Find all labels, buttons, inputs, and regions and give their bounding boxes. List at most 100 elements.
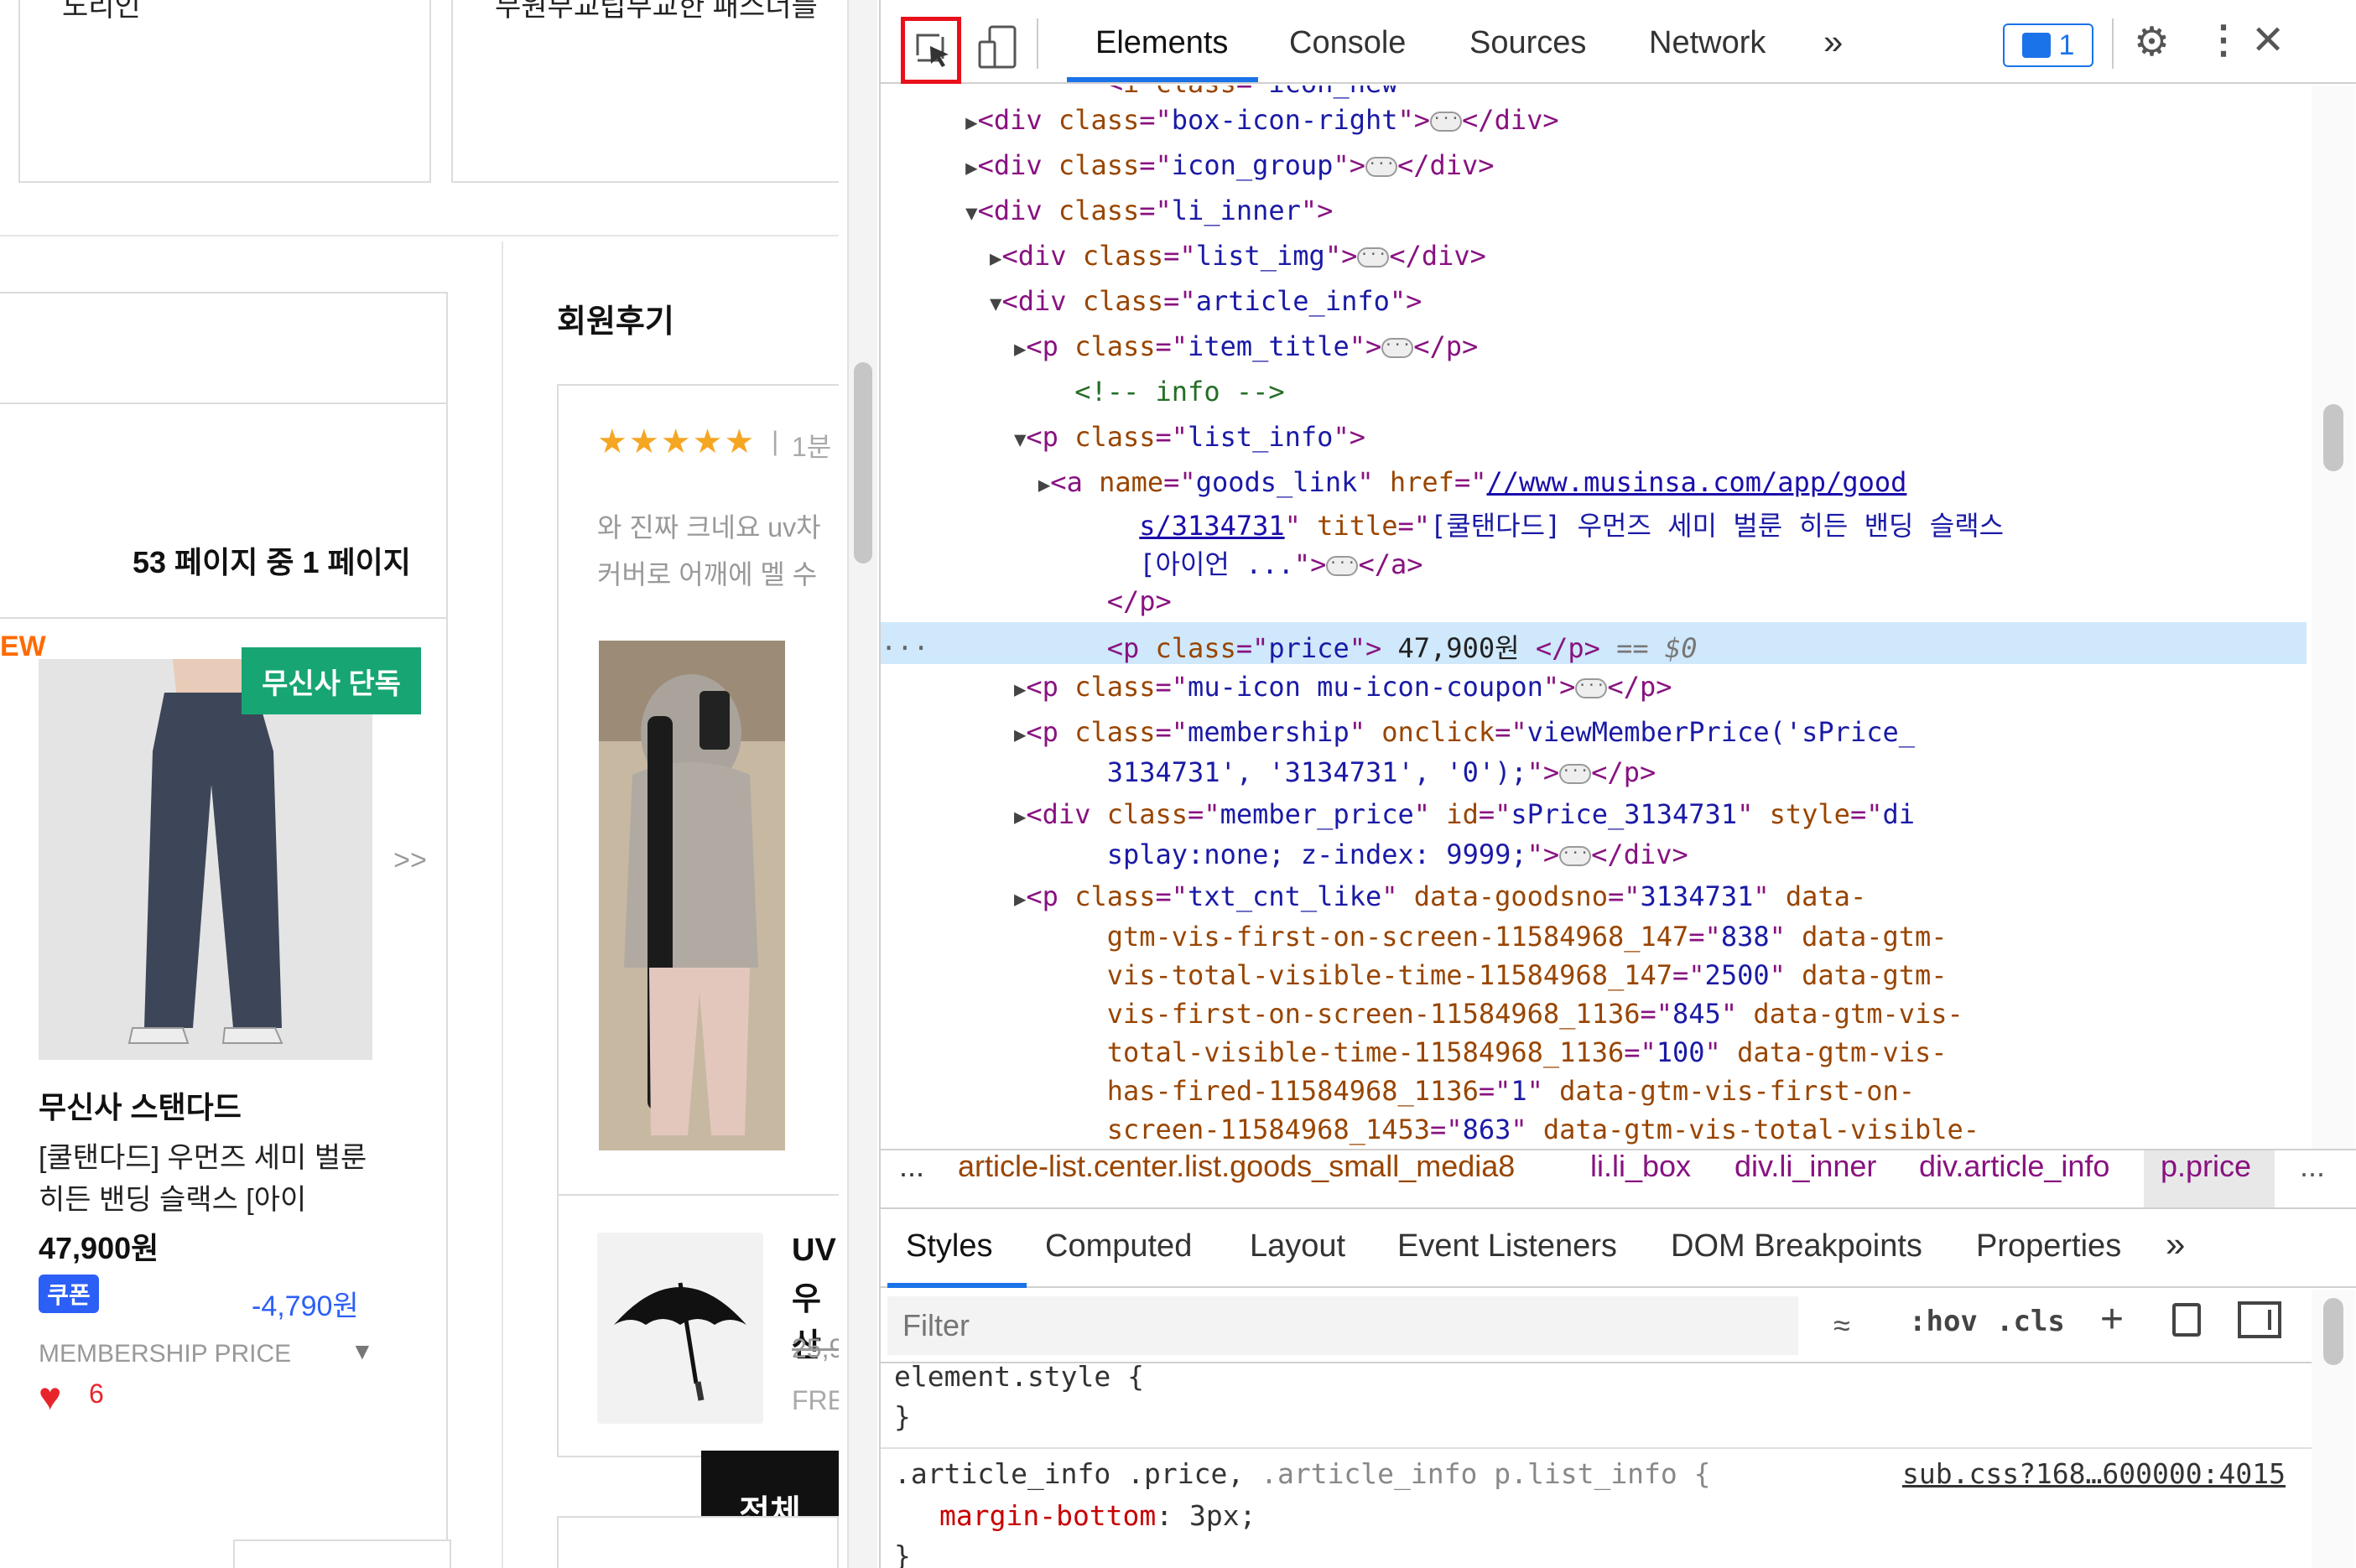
related-product-image[interactable] [597, 1233, 763, 1424]
dom-line[interactable]: <!-- info --> [881, 376, 1284, 408]
review-stars: ★★★★★ [597, 423, 757, 460]
pagination: 8 9 10 > >> [0, 402, 446, 914]
device-toolbar-icon[interactable] [978, 25, 1018, 70]
dom-line-selected[interactable]: ··· <p class="price"> 47,900원 </p> == $0 [881, 627, 1697, 666]
dom-line[interactable]: ▼<div class="li_inner"> [881, 195, 1333, 226]
review-separator: | [772, 426, 779, 456]
dom-line[interactable]: </p> [881, 585, 1172, 617]
close-devtools-icon[interactable]: ✕ [2251, 17, 2285, 64]
settings-gear-icon[interactable]: ⚙ [2134, 18, 2170, 65]
dom-line[interactable]: [아이언 ..."> ···</a> [881, 543, 1422, 582]
toggle-rendering-icon[interactable]: ≈ [1833, 1308, 1850, 1343]
tab-dom-breakpoints[interactable]: DOM Breakpoints [1671, 1228, 1922, 1264]
issues-icon [2021, 33, 2051, 58]
cls-button[interactable]: .cls [1996, 1305, 2065, 1338]
related-title-line1[interactable]: UV [792, 1233, 836, 1269]
dom-line[interactable]: ▶<p class="membership" onclick="viewMemb… [881, 716, 1915, 748]
element-style-selector[interactable]: element.style { [894, 1360, 1144, 1393]
membership-toggle-icon[interactable]: ▼ [351, 1338, 374, 1365]
dom-line[interactable]: screen-11584968_1453="863" data-gtm-vis-… [881, 1114, 1979, 1145]
tab-event-listeners[interactable]: Event Listeners [1397, 1228, 1617, 1264]
dom-line[interactable]: gtm-vis-first-on-screen-11584968_147="83… [881, 921, 1948, 953]
tab-properties[interactable]: Properties [1976, 1228, 2121, 1264]
dom-line[interactable]: vis-total-visible-time-11584968_147="250… [881, 959, 1948, 991]
tab-layout[interactable]: Layout [1250, 1228, 1345, 1264]
new-style-rule-icon[interactable]: + [2100, 1296, 2124, 1342]
breadcrumb-item[interactable]: article-list.center.list.goods_small_med… [958, 1149, 1515, 1184]
product-image[interactable] [39, 659, 372, 1060]
top-right-card[interactable]: 무원부교립부교한 패스너를 [451, 0, 839, 183]
dom-line[interactable]: ▶<div class="box-icon-right"> ···</div> [881, 104, 1558, 136]
style-property[interactable]: margin-bottom: 3px; [939, 1499, 1256, 1532]
review-photo[interactable] [599, 641, 785, 1150]
more-tabs-icon[interactable]: » [1823, 22, 1843, 62]
review-section-title: 회원후기 [557, 304, 674, 340]
related-old-price: 25,9 [792, 1333, 839, 1363]
dom-tree[interactable]: <i class="icon_new" ▶<div class="box-ico… [881, 86, 2307, 1149]
dom-line[interactable]: ▶<p class="item_title"> ···</p> [881, 330, 1478, 362]
styles-scrollbar[interactable] [2312, 1290, 2355, 1568]
styles-scrollbar-thumb[interactable] [2323, 1298, 2343, 1365]
dom-line[interactable]: ▶<p class="txt_cnt_like" data-goodsno="3… [881, 880, 1866, 912]
dom-line[interactable]: ▶<p class="mu-icon mu-icon-coupon"> ···</… [881, 671, 1672, 703]
dom-line[interactable]: ▶<a name="goods_link" href="//www.musins… [881, 466, 1907, 498]
page-scrollbar[interactable] [847, 0, 877, 1568]
dom-line[interactable]: ▼<div class="article_info"> [881, 285, 1422, 317]
dom-line[interactable]: total-visible-time-11584968_1136="100" d… [881, 1036, 1948, 1068]
computed-styles-icon[interactable] [2172, 1303, 2201, 1337]
more-options-icon[interactable]: ⋮ [2204, 17, 2243, 62]
related-divider [557, 1194, 839, 1196]
top-left-card[interactable]: 노리인 [18, 0, 431, 183]
review-text-line1: 와 진짜 크네요 uv차 [597, 512, 821, 543]
tab-console[interactable]: Console [1289, 25, 1406, 61]
last-page-link[interactable]: >> [366, 807, 455, 914]
next-product-card[interactable] [233, 1539, 451, 1568]
breadcrumb-item[interactable]: li.li_box [1590, 1149, 1691, 1184]
dom-line[interactable]: has-fired-11584968_1136="1" data-gtm-vis… [881, 1075, 1915, 1107]
rule-selector[interactable]: .article_info .price, .article_info p.li… [894, 1457, 1711, 1490]
tab-elements[interactable]: Elements [1095, 25, 1228, 61]
tab-computed[interactable]: Computed [1045, 1228, 1192, 1264]
more-style-tabs-icon[interactable]: » [2166, 1224, 2185, 1264]
issues-button[interactable]: 1 [2003, 23, 2093, 67]
dom-line[interactable]: ▶<div class="icon_group"> ···</div> [881, 149, 1494, 181]
rule-source-link[interactable]: sub.css?168…600000:4015 [1902, 1457, 2286, 1490]
like-count: 6 [89, 1378, 104, 1409]
heart-icon[interactable]: ♥ [39, 1377, 61, 1415]
devtools-toolbar: Elements Console Sources Network » 1 ⚙ ⋮… [881, 0, 2356, 84]
coupon-discount: -4,790원 [252, 1290, 359, 1322]
issues-count: 1 [2058, 29, 2075, 61]
breadcrumb-ellipsis-left[interactable]: ... [899, 1149, 924, 1184]
styles-filter-input[interactable] [887, 1296, 1798, 1355]
product-name[interactable]: [쿨탠다드] 우먼즈 세미 벌룬 히든 밴딩 슬랙스 [아이 [39, 1137, 391, 1221]
page-scrollbar-thumb[interactable] [854, 362, 872, 563]
dom-scrollbar[interactable] [2312, 86, 2355, 1149]
tab-styles[interactable]: Styles [906, 1228, 992, 1264]
dom-line[interactable]: ▶<div class="list_img"> ···</div> [881, 240, 1486, 272]
rule-divider [881, 1447, 2312, 1449]
inspect-element-button[interactable] [901, 17, 961, 84]
hov-button[interactable]: :hov [1909, 1305, 1978, 1338]
toolbar-separator-2 [2112, 18, 2114, 69]
breadcrumb-item[interactable]: div.li_inner [1734, 1149, 1876, 1184]
dom-line[interactable]: ▼<p class="list_info"> [881, 421, 1365, 453]
membership-price-label[interactable]: MEMBERSHIP PRICE [39, 1340, 291, 1368]
top-right-text: 무원부교립부교한 패스너를 [495, 0, 818, 23]
tab-sources[interactable]: Sources [1469, 25, 1586, 61]
product-divider [0, 617, 446, 619]
dom-line[interactable]: splay:none; z-index: 9999;"> ···</div> [881, 839, 1688, 870]
breadcrumb-item[interactable]: div.article_info [1919, 1149, 2109, 1184]
dom-line[interactable]: 3134731', '3134731', '0');"> ···</p> [881, 756, 1656, 788]
tab-network[interactable]: Network [1649, 25, 1766, 61]
breadcrumb-ellipsis-right[interactable]: ... [2300, 1149, 2325, 1184]
dom-scrollbar-thumb[interactable] [2323, 404, 2343, 471]
product-brand[interactable]: 무신사 스탠다드 [39, 1083, 242, 1127]
breadcrumb-item-active[interactable]: p.price [2161, 1149, 2251, 1184]
dom-line[interactable]: s/3134731" title="[쿨탠다드] 우먼즈 세미 벌룬 히든 밴딩… [881, 505, 2004, 543]
section-divider [0, 235, 839, 236]
dom-line[interactable]: ▶<div class="member_price" id="sPrice_31… [881, 798, 1915, 830]
next-review-card[interactable] [557, 1516, 839, 1568]
toggle-sidebar-icon[interactable] [2238, 1301, 2281, 1338]
pants-illustration [39, 659, 372, 1060]
dom-line[interactable]: vis-first-on-screen-11584968_1136="845" … [881, 998, 1963, 1030]
